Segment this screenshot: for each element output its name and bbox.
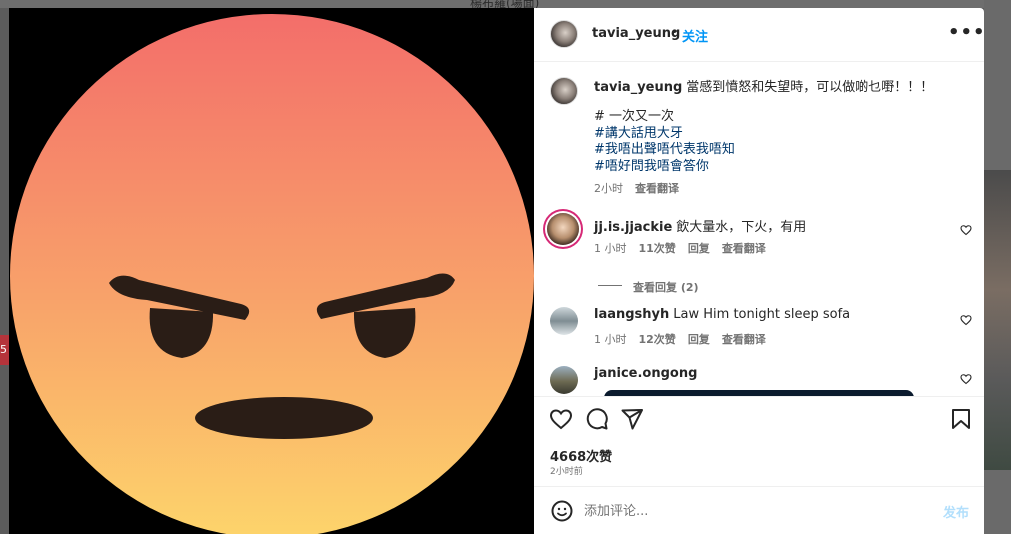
comment-username[interactable]: janice.ongong [594,366,697,381]
comment-avatar[interactable] [550,366,578,394]
follow-button[interactable]: 关注 [682,26,708,45]
caption-avatar[interactable] [550,77,578,105]
comment-meta: 1 小时 12次赞 回复 查看翻译 [594,331,766,347]
caption-username[interactable]: tavia_yeung [594,80,682,95]
add-comment-bar: 发布 [534,486,984,534]
caption-text: 當感到憤怒和失望時，可以做啲乜嘢！！！ [686,80,934,95]
caption-hashtags: # 一次又一次 #講大話甩大牙 #我唔出聲唔代表我唔知 #唔好問我唔會答你 [594,109,735,175]
comment-avatar[interactable] [547,213,579,245]
replies-divider [598,285,622,286]
comment-row: laangshyh Law Him tonight sleep sofa [594,307,850,322]
mouth [195,397,373,439]
post-comment-button[interactable]: 发布 [943,502,969,521]
comment-heart-icon[interactable] [960,224,972,236]
action-bar [534,396,984,436]
background-photo [984,170,1011,470]
header-username[interactable]: tavia_yeung [592,26,680,41]
heart-icon[interactable] [549,407,573,431]
caption-translate-link[interactable]: 查看翻译 [635,180,679,196]
comment-text: Law Him tonight sleep sofa [673,307,851,322]
comment-row: janice.ongong [594,366,701,381]
hashtag-link[interactable]: #我唔出聲唔代表我唔知 [594,142,735,159]
comment-heart-icon[interactable] [960,373,972,385]
comment-likes[interactable]: 12次赞 [639,331,676,347]
translate-link[interactable]: 查看翻译 [722,331,766,347]
comment-avatar[interactable] [550,307,578,335]
header-separator: • [671,25,679,39]
reply-button[interactable]: 回复 [688,240,710,256]
caption-line: # 一次又一次 [594,109,675,124]
more-horizontal-icon[interactable]: ••• [948,22,986,43]
comment-heart-icon[interactable] [960,314,972,326]
comment-time: 1 小时 [594,242,627,255]
post-header: tavia_yeung • 关注 ••• [534,8,986,62]
view-replies-button[interactable]: 查看回复 (2) [633,279,699,295]
header-avatar[interactable] [550,20,578,48]
comment-text: 飲大量水，下火，有用 [676,220,807,235]
caption: tavia_yeung 當感到憤怒和失望時，可以做啲乜嘢！！！ [594,79,964,96]
comment-input[interactable] [584,499,924,523]
posted-time: 2小时前 [550,467,583,477]
comment-meta: 1 小时 11次赞 回复 查看翻译 [594,240,766,256]
comment-icon[interactable] [585,407,609,431]
hashtag-link[interactable]: #唔好問我唔會答你 [594,159,735,176]
post-side-panel: tavia_yeung • 关注 ••• tavia_yeung 當感到憤怒和失望… [534,8,986,534]
comment-time: 1 小时 [594,333,627,346]
comment-likes[interactable]: 11次赞 [639,240,676,256]
bookmark-icon[interactable] [949,407,973,431]
comment-username[interactable]: laangshyh [594,307,669,322]
post-media[interactable] [9,8,534,534]
background-badge: 5 [0,335,9,365]
caption-meta: 2小时 查看翻译 [594,180,679,196]
caption-time: 2小时 [594,182,623,195]
hashtag-link[interactable]: #講大話甩大牙 [594,126,735,143]
face-circle [10,14,534,534]
comment-row: jj.is.jjackie 飲大量水，下火，有用 [594,216,806,235]
comments-list[interactable]: tavia_yeung 當感到憤怒和失望時，可以做啲乜嘢！！！ # 一次又一次 #… [534,63,984,396]
reply-button[interactable]: 回复 [688,331,710,347]
smile-icon[interactable] [550,499,574,523]
translate-link[interactable]: 查看翻译 [722,240,766,256]
angry-face-emoji [10,14,534,534]
comment-username[interactable]: jj.is.jjackie [594,220,672,235]
likes-count[interactable]: 4668次赞 [550,446,612,465]
send-icon[interactable] [620,407,644,431]
